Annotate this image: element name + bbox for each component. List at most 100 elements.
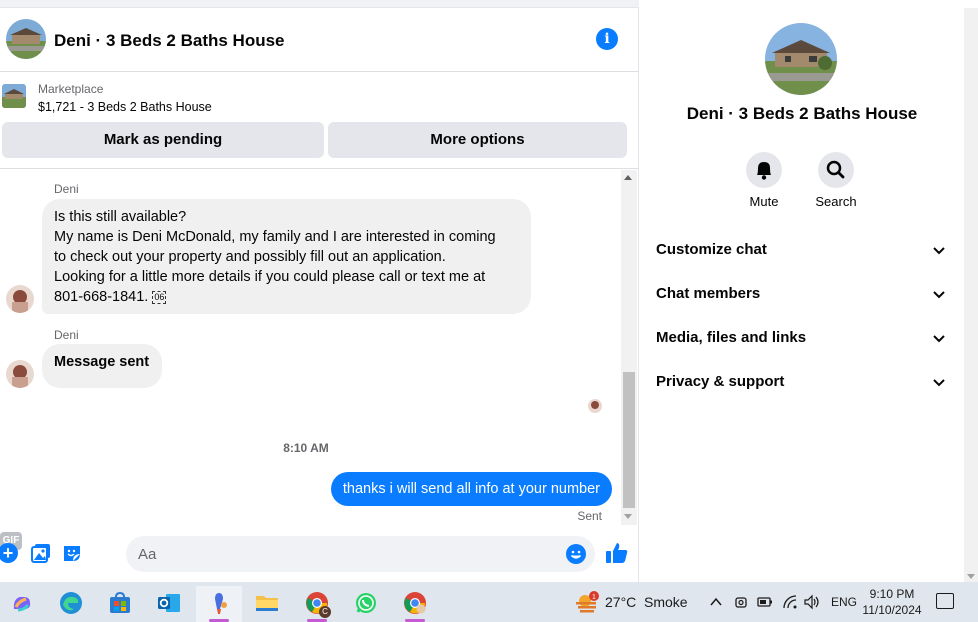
thread-scrollbar[interactable]: [621, 170, 637, 525]
incoming-message[interactable]: Message sent: [42, 344, 162, 388]
seen-indicator-avatar: [588, 399, 602, 413]
language-indicator[interactable]: ENG: [831, 595, 857, 609]
scroll-down-arrow-icon[interactable]: [967, 574, 975, 579]
chrome-icon: [404, 592, 426, 614]
thumbs-up-icon[interactable]: [605, 541, 629, 565]
chevron-up-icon[interactable]: [709, 595, 723, 609]
chevron-down-icon: [933, 379, 945, 387]
weather-condition[interactable]: Smoke: [644, 594, 688, 610]
section-privacy-support[interactable]: Privacy & support: [656, 373, 948, 397]
chevron-down-icon: [933, 291, 945, 299]
listing-thumbnail[interactable]: [2, 84, 26, 108]
whatsapp-icon: [356, 593, 376, 613]
conversation-name: Deni · 3 Beds 2 Baths House: [686, 104, 918, 123]
message-thread: Deni Is this still available? My name is…: [0, 170, 620, 525]
sticker-icon[interactable]: [62, 543, 82, 563]
sidebar-scrollbar[interactable]: [964, 8, 978, 582]
scrollbar-thumb[interactable]: [623, 372, 635, 508]
plus-icon[interactable]: +: [0, 543, 18, 563]
taskbar-outlook[interactable]: [149, 586, 189, 622]
taskbar-file-explorer[interactable]: [247, 586, 287, 622]
taskbar-chrome-profile[interactable]: C: [297, 586, 337, 622]
clock-date: 11/10/2024: [862, 603, 922, 617]
notification-center-icon[interactable]: [936, 593, 954, 609]
section-label: Chat members: [656, 285, 761, 302]
listing-title[interactable]: $1,721 - 3 Beds 2 Baths House: [38, 100, 212, 114]
section-chat-members[interactable]: Chat members: [656, 285, 948, 309]
section-label: Privacy & support: [656, 373, 785, 390]
conversation-avatar[interactable]: [765, 23, 837, 95]
battery-icon[interactable]: [757, 596, 773, 608]
scroll-down-arrow-icon[interactable]: [624, 514, 632, 519]
info-icon[interactable]: i: [596, 28, 618, 50]
mark-as-pending-button[interactable]: Mark as pending: [2, 122, 324, 158]
chevron-down-icon: [933, 335, 945, 343]
section-label: Customize chat: [656, 241, 767, 258]
incoming-message[interactable]: Is this still available? My name is Deni…: [42, 199, 531, 314]
search-button[interactable]: Search: [806, 152, 866, 209]
mute-button-circle[interactable]: [746, 152, 782, 188]
windows-taskbar: C 1 27°C Smoke ENG 9:10 PM 11/10/2024: [0, 582, 978, 622]
image-icon[interactable]: [31, 543, 51, 563]
search-label: Search: [815, 194, 857, 209]
phone-text: 801-668-1841.: [54, 289, 149, 305]
more-options-button[interactable]: More options: [328, 122, 627, 158]
wifi-icon[interactable]: [782, 594, 798, 610]
message-input[interactable]: [138, 536, 558, 572]
edge-icon: [60, 592, 82, 614]
sender-name: Deni: [54, 328, 79, 342]
scroll-up-arrow-icon[interactable]: [624, 175, 632, 180]
top-strip: [0, 0, 639, 8]
emoji-icon[interactable]: [566, 544, 586, 564]
sender-avatar[interactable]: [6, 285, 34, 313]
outgoing-message[interactable]: thanks i will send all info at your numb…: [330, 472, 612, 506]
unsupported-glyph: 06: [152, 291, 167, 304]
copilot-icon: [13, 597, 31, 612]
folder-icon: [256, 596, 278, 611]
contact-avatar[interactable]: [6, 19, 46, 59]
message-input-wrapper: [126, 536, 595, 572]
sender-name: Deni: [54, 182, 79, 196]
search-button-circle[interactable]: [818, 152, 854, 188]
section-customize-chat[interactable]: Customize chat: [656, 241, 948, 265]
system-clock[interactable]: 9:10 PM 11/10/2024: [860, 586, 924, 618]
chevron-down-icon: [933, 247, 945, 255]
message-line: Is this still available?: [54, 209, 187, 225]
message-composer: + GIF: [0, 532, 639, 578]
search-icon: [826, 160, 845, 179]
weather-widget[interactable]: 1: [574, 591, 600, 618]
chrome-profile-badge: C: [319, 606, 331, 618]
outlook-icon: [158, 594, 180, 612]
sender-avatar[interactable]: [6, 360, 34, 388]
message-timestamp: 8:10 AM: [283, 441, 329, 455]
message-line: Looking for a little more details if you…: [54, 269, 486, 285]
taskbar-chrome[interactable]: [395, 586, 435, 622]
marketplace-label: Marketplace: [38, 82, 104, 96]
message-line: My name is Deni McDonald, my family and …: [54, 229, 496, 245]
conversation-info-pane: Deni · 3 Beds 2 Baths House Mute Search …: [640, 8, 964, 582]
weather-temperature[interactable]: 27°C: [605, 594, 636, 610]
screen: Deni · 3 Beds 2 Baths House i Marketplac…: [0, 0, 978, 622]
clock-time: 9:10 PM: [869, 587, 915, 601]
chat-title[interactable]: Deni · 3 Beds 2 Baths House: [54, 31, 285, 51]
message-line: to check out your property and possibly …: [54, 249, 446, 265]
taskbar-microsoft-store[interactable]: [100, 586, 140, 622]
chat-header: Deni · 3 Beds 2 Baths House i: [0, 8, 639, 72]
mute-label: Mute: [749, 194, 779, 209]
weather-alert-badge: 1: [592, 594, 596, 601]
section-media-files-links[interactable]: Media, files and links: [656, 329, 948, 353]
taskbar-whatsapp[interactable]: [346, 586, 386, 622]
taskbar-copilot[interactable]: [2, 586, 42, 622]
taskbar-edge[interactable]: [51, 586, 91, 622]
mute-button[interactable]: Mute: [734, 152, 794, 209]
chat-pane: Deni · 3 Beds 2 Baths House i Marketplac…: [0, 0, 639, 582]
camera-icon[interactable]: [734, 594, 748, 610]
sent-status: Sent: [577, 509, 602, 523]
bell-icon: [757, 162, 771, 180]
message-line: 801-668-1841. 06: [54, 287, 519, 307]
speaker-icon[interactable]: [803, 594, 821, 610]
section-label: Media, files and links: [656, 329, 807, 346]
taskbar-paint-app[interactable]: [196, 586, 242, 622]
paint-icon: [215, 593, 227, 614]
marketplace-panel: Marketplace $1,721 - 3 Beds 2 Baths Hous…: [0, 72, 639, 169]
